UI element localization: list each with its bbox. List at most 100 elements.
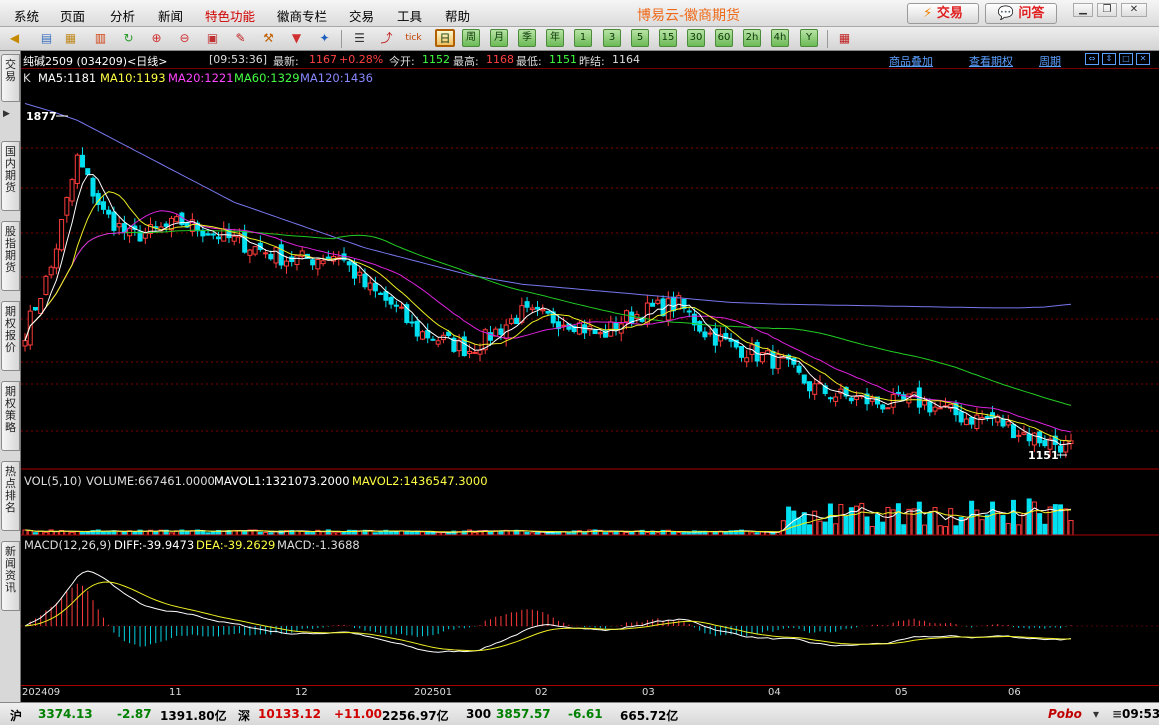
hammer-icon[interactable]: ⚒ (260, 30, 277, 47)
back-arrow-icon[interactable]: ◀ (6, 30, 23, 47)
restore-icon[interactable]: ❐ (1097, 3, 1117, 17)
candle-body (514, 317, 520, 325)
candle-body (310, 259, 316, 266)
menu-featured[interactable]: 特色功能 (205, 6, 255, 25)
volume-bar (895, 503, 901, 536)
quote-list-icon[interactable]: ▤ (38, 30, 55, 47)
status-clock: 09:53 (1122, 707, 1159, 721)
symbol-title[interactable]: 纯碱2509 (034209)<日线> (23, 53, 168, 69)
period-3min-button[interactable]: 3 (603, 29, 621, 47)
trade-button[interactable]: ⚡ 交易 (907, 3, 979, 24)
view-options-link[interactable]: 查看期权 (969, 53, 1013, 69)
filter-icon[interactable]: ▼ (288, 30, 305, 47)
volume-bar (1068, 520, 1074, 536)
period-1min-button[interactable]: 1 (574, 29, 592, 47)
period-year-button[interactable]: 年 (546, 29, 564, 47)
candle-body (409, 321, 415, 324)
expand-icon[interactable]: ⇕ (1102, 53, 1116, 65)
zoom-out-icon[interactable]: ⊖ (176, 30, 193, 47)
expand-arrow-icon[interactable]: ▶ (3, 109, 17, 121)
period-30min-button[interactable]: 30 (687, 29, 705, 47)
zoom-in-icon[interactable]: ⊕ (148, 30, 165, 47)
candle-body (984, 416, 990, 419)
candle-body (644, 302, 650, 324)
x-tick-label: 06 (1008, 687, 1021, 698)
period-5min-button[interactable]: 5 (631, 29, 649, 47)
period-quarter-button[interactable]: 季 (518, 29, 536, 47)
candle-body (665, 298, 671, 321)
price-chart[interactable]: 1877 1151 (21, 69, 1159, 470)
candle-body (85, 168, 91, 176)
period-60min-button[interactable]: 60 (715, 29, 733, 47)
refresh-icon[interactable]: ↻ (120, 30, 137, 47)
close-icon[interactable]: ✕ (1121, 3, 1147, 17)
side-tab-options-strategy[interactable]: 期权策略 (1, 381, 20, 451)
candle-body (744, 357, 750, 363)
menu-help[interactable]: 帮助 (445, 6, 470, 25)
period-custom-button[interactable]: Y (800, 29, 818, 47)
quote-time: [09:53:36] (209, 53, 267, 66)
side-tab-hot-ranking[interactable]: 热点排名 (1, 461, 20, 531)
menu-analysis[interactable]: 分析 (110, 6, 135, 25)
hs300-amount: 665.72亿 (620, 709, 679, 723)
calculator-icon[interactable]: ▦ (836, 30, 853, 47)
period-4h-button[interactable]: 4h (771, 29, 789, 47)
volume-bar (791, 510, 797, 536)
period-week-button[interactable]: 周 (462, 29, 480, 47)
minimize-icon[interactable]: ▁ (1073, 3, 1093, 17)
period-day-button[interactable]: 日 (435, 29, 455, 47)
volume-chart[interactable] (21, 486, 1159, 536)
volume-bar (1042, 523, 1048, 536)
period-2h-button[interactable]: 2h (743, 29, 761, 47)
candle-body (1010, 424, 1016, 439)
cycle-link[interactable]: 周期 (1039, 53, 1061, 69)
draw-pen-icon[interactable]: ✎ (232, 30, 249, 47)
side-tab-trade[interactable]: 交易 (1, 54, 20, 102)
x-tick-label: 02 (535, 687, 548, 698)
candle-body (205, 233, 211, 236)
candle-body (561, 324, 567, 327)
macd-chart[interactable] (21, 550, 1159, 685)
menu-trade[interactable]: 交易 (349, 6, 374, 25)
side-tab-index-futures[interactable]: 股指期货 (1, 221, 20, 291)
volume-bar (1026, 498, 1032, 536)
side-tab-domestic-futures[interactable]: 国内期货 (1, 141, 20, 211)
candle-body (833, 396, 839, 402)
maximize-icon[interactable]: □ (1119, 53, 1133, 65)
candle-body (383, 291, 389, 301)
menu-news[interactable]: 新闻 (158, 6, 183, 25)
folder-icon[interactable]: ▦ (62, 30, 79, 47)
sz-amount: 2256.97亿 (382, 709, 449, 723)
candle-body (576, 322, 582, 335)
menu-huishang-column[interactable]: 徽商专栏 (277, 6, 327, 25)
period-month-button[interactable]: 月 (490, 29, 508, 47)
shrink-icon[interactable]: ⇔ (1085, 53, 1099, 65)
volume-bar (838, 503, 844, 536)
candle-body (90, 177, 96, 197)
candle-body (1042, 440, 1048, 447)
sz-change: +11.00 (334, 707, 383, 721)
overlay-commodity-link[interactable]: 商品叠加 (889, 53, 933, 69)
candle-body (22, 340, 28, 347)
ask-button[interactable]: 💬 问答 (985, 3, 1057, 24)
candle-body (791, 357, 797, 365)
chart-icon[interactable]: ▥ (92, 30, 109, 47)
candle-body (43, 275, 49, 295)
side-tab-options-quotes[interactable]: 期权报价 (1, 301, 20, 371)
new-icon[interactable]: ✦ (316, 30, 333, 47)
volume-bar (1052, 504, 1058, 536)
close-panel-icon[interactable]: ✕ (1136, 53, 1150, 65)
menu-tools[interactable]: 工具 (397, 6, 422, 25)
volume-bar (843, 515, 849, 536)
side-tab-news[interactable]: 新闻资讯 (1, 541, 20, 611)
candle-body (351, 262, 357, 279)
menu-system[interactable]: 系统 (14, 6, 39, 25)
trend-icon[interactable]: ⤴ (378, 30, 395, 47)
period-15min-button[interactable]: 15 (659, 29, 677, 47)
candle-body (74, 154, 80, 184)
tick-icon[interactable]: tick (405, 30, 422, 47)
table-icon[interactable]: ☰ (351, 30, 368, 47)
latest-label: 最新: (273, 55, 299, 68)
menu-page[interactable]: 页面 (60, 6, 85, 25)
indicator-icon[interactable]: ▣ (204, 30, 221, 47)
